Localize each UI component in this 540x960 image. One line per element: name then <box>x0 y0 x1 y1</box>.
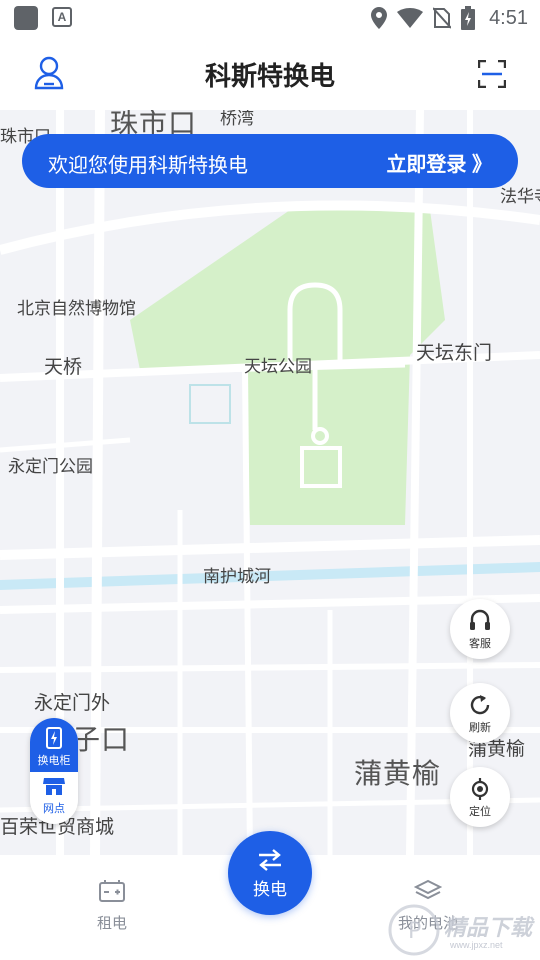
map-label-yongdingmen-out: 永定门外 <box>34 693 111 714</box>
login-banner[interactable]: 欢迎您使用科斯特换电 立即登录 》 <box>22 134 518 188</box>
map-label-yongdingmen-park: 永定门公园 <box>8 457 93 476</box>
scan-icon[interactable] <box>478 60 506 88</box>
map-label-qiaowan: 桥湾 <box>220 110 254 128</box>
store-icon <box>43 778 65 795</box>
watermark-site: www.jpxz.net <box>450 940 503 950</box>
app-icon <box>14 6 38 30</box>
map-label-puhuangyu-big: 蒲黄榆 <box>354 758 442 789</box>
cabinet-label: 换电柜 <box>37 755 71 767</box>
locate-label: 定位 <box>469 806 491 818</box>
refresh-button[interactable]: 刷新 <box>450 683 510 743</box>
status-bar: A 4:51 <box>0 0 540 36</box>
watermark-text: 精品下载 <box>444 915 533 940</box>
app-header: 科斯特换电 <box>0 36 540 110</box>
battery-cabinet-icon <box>46 727 62 749</box>
swap-battery-button[interactable]: 换电 <box>228 831 312 915</box>
tab-rent-label: 租电 <box>96 915 127 932</box>
wifi-icon <box>397 8 424 28</box>
map-label-zikou: 子口 <box>72 724 131 755</box>
battery-charging-icon <box>461 6 476 30</box>
cabinet-toggle[interactable]: 换电柜 <box>30 718 78 772</box>
tab-rent[interactable]: 租电 <box>52 879 172 933</box>
map-label-fahua: 法华寺 <box>500 187 540 206</box>
status-time: 4:51 <box>489 6 528 29</box>
a-icon: A <box>52 7 72 27</box>
map-layer-toggle: 换电柜 网点 <box>30 718 78 824</box>
location-icon <box>371 7 388 29</box>
layers-icon <box>413 879 443 900</box>
svg-text:P: P <box>408 919 421 944</box>
locate-button[interactable]: 定位 <box>450 767 510 827</box>
login-now-button[interactable]: 立即登录 》 <box>386 148 492 177</box>
welcome-text: 欢迎您使用科斯特换电 <box>48 155 248 177</box>
map-label-tianqiao: 天桥 <box>44 357 83 378</box>
swap-arrows-icon <box>259 849 281 871</box>
refresh-icon <box>470 695 490 715</box>
page-title: 科斯特换电 <box>204 61 335 91</box>
locate-icon <box>471 778 489 800</box>
status-icons: 4:51 <box>371 4 528 32</box>
map-label-tiantan-east: 天坛东门 <box>416 343 493 364</box>
outlet-toggle[interactable]: 网点 <box>30 772 78 824</box>
headset-icon <box>470 609 490 630</box>
outlet-label: 网点 <box>43 803 65 815</box>
map-view[interactable]: 珠市口 珠市口 桥湾 法华寺 北京自然博物馆 天桥 天坛公园 天坛东门 永定门公… <box>0 110 540 855</box>
map-label-museum: 北京自然博物馆 <box>17 299 136 318</box>
customer-service-button[interactable]: 客服 <box>450 599 510 659</box>
refresh-label: 刷新 <box>469 722 491 734</box>
customer-service-label: 客服 <box>469 638 491 650</box>
map-label-nanhu-river: 南护城河 <box>203 567 271 586</box>
building-outline <box>189 384 231 424</box>
battery-rent-icon <box>99 880 125 902</box>
watermark-logo: P 精品下载 www.jpxz.net <box>386 902 536 958</box>
swap-label: 换电 <box>253 880 287 899</box>
map-label-tiantan-park: 天坛公园 <box>244 357 312 376</box>
no-sim-icon <box>433 7 452 29</box>
